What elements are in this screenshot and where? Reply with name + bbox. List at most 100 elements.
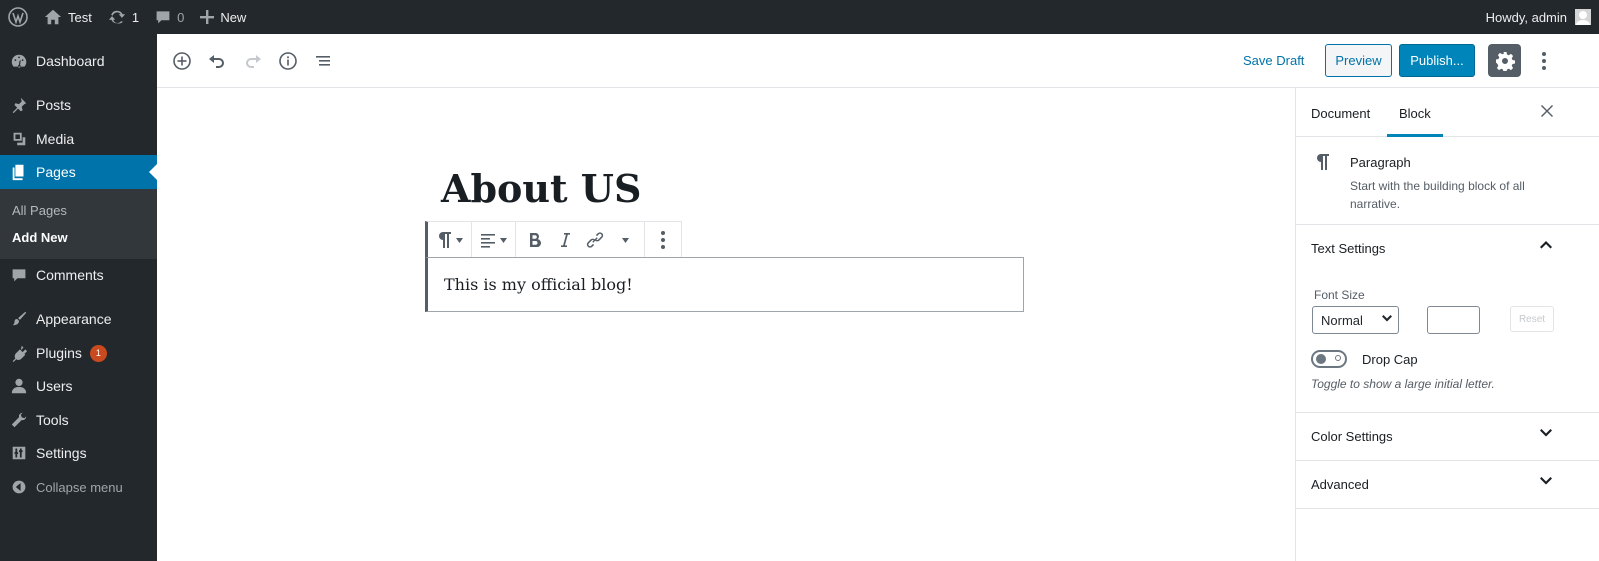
menu-appearance[interactable]: Appearance <box>0 302 157 336</box>
wordpress-icon <box>8 7 28 27</box>
text-settings-toggle[interactable]: Text Settings <box>1296 225 1599 272</box>
menu-settings[interactable]: Settings <box>0 436 157 470</box>
post-title[interactable]: About US <box>441 166 641 211</box>
drop-cap-label: Drop Cap <box>1362 352 1418 367</box>
comments-menu[interactable]: 0 <box>147 0 192 34</box>
gear-icon <box>1495 51 1515 71</box>
toggle-knob <box>1316 354 1326 364</box>
new-content-menu[interactable]: New <box>192 0 254 34</box>
paragraph-icon <box>1314 153 1330 171</box>
updates-menu[interactable]: 1 <box>100 0 147 34</box>
custom-font-size-input[interactable] <box>1427 306 1480 334</box>
menu-label: Posts <box>36 97 72 113</box>
drop-cap-help: Toggle to show a large initial letter. <box>1311 377 1495 391</box>
pin-icon <box>0 96 36 114</box>
preview-button[interactable]: Preview <box>1325 44 1392 77</box>
howdy-text: Howdy, admin <box>1485 9 1567 25</box>
link-icon <box>586 231 604 249</box>
menu-label: Plugins <box>36 345 82 361</box>
block-navigation-button[interactable] <box>311 49 335 73</box>
link-button[interactable] <box>580 226 610 254</box>
menu-tools[interactable]: Tools <box>0 403 157 437</box>
add-block-button[interactable] <box>170 49 194 73</box>
save-draft-button[interactable]: Save Draft <box>1243 53 1304 68</box>
close-icon <box>1540 104 1554 118</box>
wrench-icon <box>0 411 36 429</box>
align-dropdown-button[interactable] <box>476 226 511 254</box>
publish-button[interactable]: Publish... <box>1399 44 1475 77</box>
more-tools-button[interactable] <box>1534 49 1554 73</box>
wp-logo-menu[interactable] <box>0 0 36 34</box>
plus-icon <box>200 10 215 24</box>
close-sidebar-button[interactable] <box>1540 104 1554 118</box>
undo-button[interactable] <box>205 49 229 73</box>
block-switcher-group <box>428 222 472 258</box>
menu-label: Settings <box>36 445 87 461</box>
bold-button[interactable] <box>520 226 550 254</box>
my-account-menu[interactable]: Howdy, admin <box>1486 0 1599 34</box>
caret-down-icon <box>456 237 463 243</box>
dashboard-icon <box>0 52 36 70</box>
block-description: Start with the building block of all nar… <box>1350 179 1525 211</box>
new-label: New <box>220 9 247 25</box>
text-settings-panel: Text Settings Font Size Normal Reset Dro… <box>1296 225 1599 413</box>
menu-posts[interactable]: Posts <box>0 88 157 122</box>
menu-label: Pages <box>36 164 76 180</box>
menu-media[interactable]: Media <box>0 122 157 156</box>
panel-title-label: Advanced <box>1311 477 1369 492</box>
caret-down-icon <box>621 237 629 243</box>
menu-comments[interactable]: Comments <box>0 258 157 292</box>
drop-cap-toggle[interactable] <box>1311 350 1347 368</box>
font-size-value: Normal <box>1321 312 1363 328</box>
tab-block[interactable]: Block <box>1387 106 1443 137</box>
comment-icon <box>155 9 171 25</box>
menu-label: Appearance <box>36 311 112 327</box>
menu-label: Dashboard <box>36 53 105 69</box>
comment-icon <box>0 267 36 283</box>
collapse-menu-button[interactable]: Collapse menu <box>0 470 157 504</box>
redo-button[interactable] <box>241 49 265 73</box>
site-name: Test <box>68 9 92 25</box>
menu-label: Tools <box>36 412 69 428</box>
menu-plugins[interactable]: Plugins 1 <box>0 336 157 370</box>
menu-dashboard[interactable]: Dashboard <box>0 44 157 78</box>
paragraph-block[interactable]: This is my official blog! <box>425 257 1024 312</box>
align-left-icon <box>480 232 496 248</box>
home-icon <box>44 8 62 26</box>
block-card: Paragraph Start with the building block … <box>1296 137 1599 225</box>
tab-document[interactable]: Document <box>1311 106 1370 121</box>
block-toolbar <box>425 221 682 258</box>
pages-submenu: All Pages Add New <box>0 189 157 259</box>
content-info-button[interactable] <box>276 49 300 73</box>
advanced-panel: Advanced <box>1296 461 1599 509</box>
block-more-options-button[interactable] <box>649 226 677 254</box>
block-switcher-button[interactable] <box>432 226 467 254</box>
submenu-add-new[interactable]: Add New <box>12 230 68 245</box>
paragraph-text[interactable]: This is my official blog! <box>444 275 633 294</box>
pages-icon <box>0 163 36 181</box>
color-settings-toggle[interactable]: Color Settings <box>1296 413 1599 460</box>
settings-toggle-button[interactable] <box>1488 44 1521 77</box>
submenu-all-pages[interactable]: All Pages <box>12 203 67 218</box>
panel-title-label: Text Settings <box>1311 241 1386 256</box>
italic-icon <box>559 233 571 247</box>
more-rich-text-button[interactable] <box>610 226 640 254</box>
more-vertical-icon <box>660 230 666 250</box>
menu-users[interactable]: Users <box>0 369 157 403</box>
user-icon <box>0 377 36 395</box>
panel-title-label: Color Settings <box>1311 429 1393 444</box>
paragraph-icon <box>436 231 452 249</box>
editor-canvas: About US This is my official blog! <box>157 88 1295 561</box>
list-outline-icon <box>313 51 333 71</box>
site-name-menu[interactable]: Test <box>36 0 100 34</box>
comments-count: 0 <box>177 9 185 25</box>
menu-pages[interactable]: Pages <box>0 155 157 189</box>
updates-icon <box>108 8 126 26</box>
format-group <box>516 222 645 258</box>
settings-sidebar: Document Block Paragraph Start with the … <box>1295 88 1599 561</box>
italic-button[interactable] <box>550 226 580 254</box>
advanced-toggle[interactable]: Advanced <box>1296 461 1599 508</box>
font-size-select[interactable]: Normal <box>1312 306 1399 334</box>
font-size-reset-button[interactable]: Reset <box>1510 306 1554 332</box>
admin-menu: Dashboard Posts Media Pages All Pages Ad… <box>0 34 157 561</box>
